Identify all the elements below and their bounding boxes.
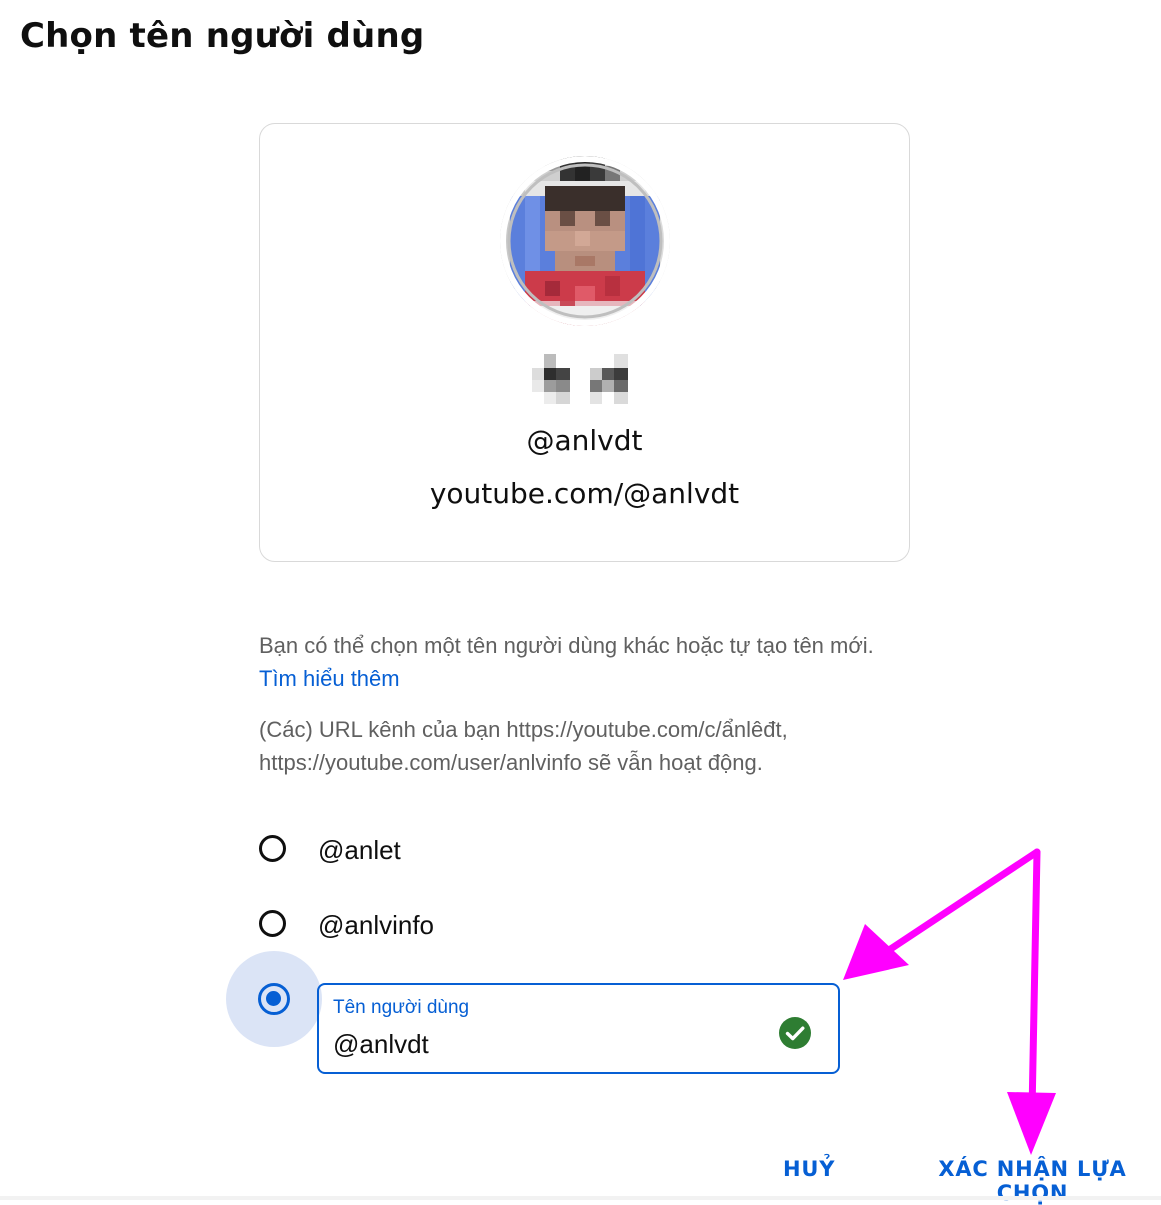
- avatar: [500, 156, 670, 326]
- check-circle-icon: [779, 1017, 811, 1049]
- info-line: https://youtube.com/user/anlvinfo sẽ vẫn…: [259, 750, 763, 775]
- learn-more-link[interactable]: Tìm hiểu thêm: [259, 666, 400, 691]
- info-text-choose: Bạn có thể chọn một tên người dùng khác …: [259, 629, 874, 695]
- option-label-anlvinfo[interactable]: @anlvinfo: [318, 910, 434, 941]
- annotation-arrowhead-confirm: [1007, 1092, 1056, 1155]
- display-name-pixelated: [532, 354, 628, 404]
- annotation-arrow-to-field: [882, 848, 1041, 956]
- page-title: Chọn tên người dùng: [20, 16, 425, 56]
- radio-custom-username[interactable]: [258, 983, 290, 1015]
- info-line: (Các) URL kênh của bạn https://youtube.c…: [259, 717, 788, 742]
- radio-anlet[interactable]: [259, 835, 286, 862]
- channel-url: youtube.com/@anlvdt: [429, 477, 740, 510]
- info-text-urls: (Các) URL kênh của bạn https://youtube.c…: [259, 713, 788, 779]
- channel-handle: @anlvdt: [526, 424, 643, 457]
- info-line: Bạn có thể chọn một tên người dùng khác …: [259, 633, 874, 658]
- cancel-button[interactable]: HUỶ: [783, 1157, 835, 1181]
- annotation-arrow-to-confirm: [1028, 848, 1041, 1116]
- annotation-arrowhead-field: [843, 924, 909, 980]
- option-label-anlet[interactable]: @anlet: [318, 835, 401, 866]
- username-field[interactable]: Tên người dùng: [317, 983, 840, 1074]
- bottom-divider: [0, 1196, 1161, 1200]
- username-input[interactable]: [333, 1029, 753, 1060]
- username-field-label: Tên người dùng: [333, 997, 470, 1018]
- channel-preview-card: @anlvdt youtube.com/@anlvdt: [259, 123, 910, 562]
- radio-anlvinfo[interactable]: [259, 910, 286, 937]
